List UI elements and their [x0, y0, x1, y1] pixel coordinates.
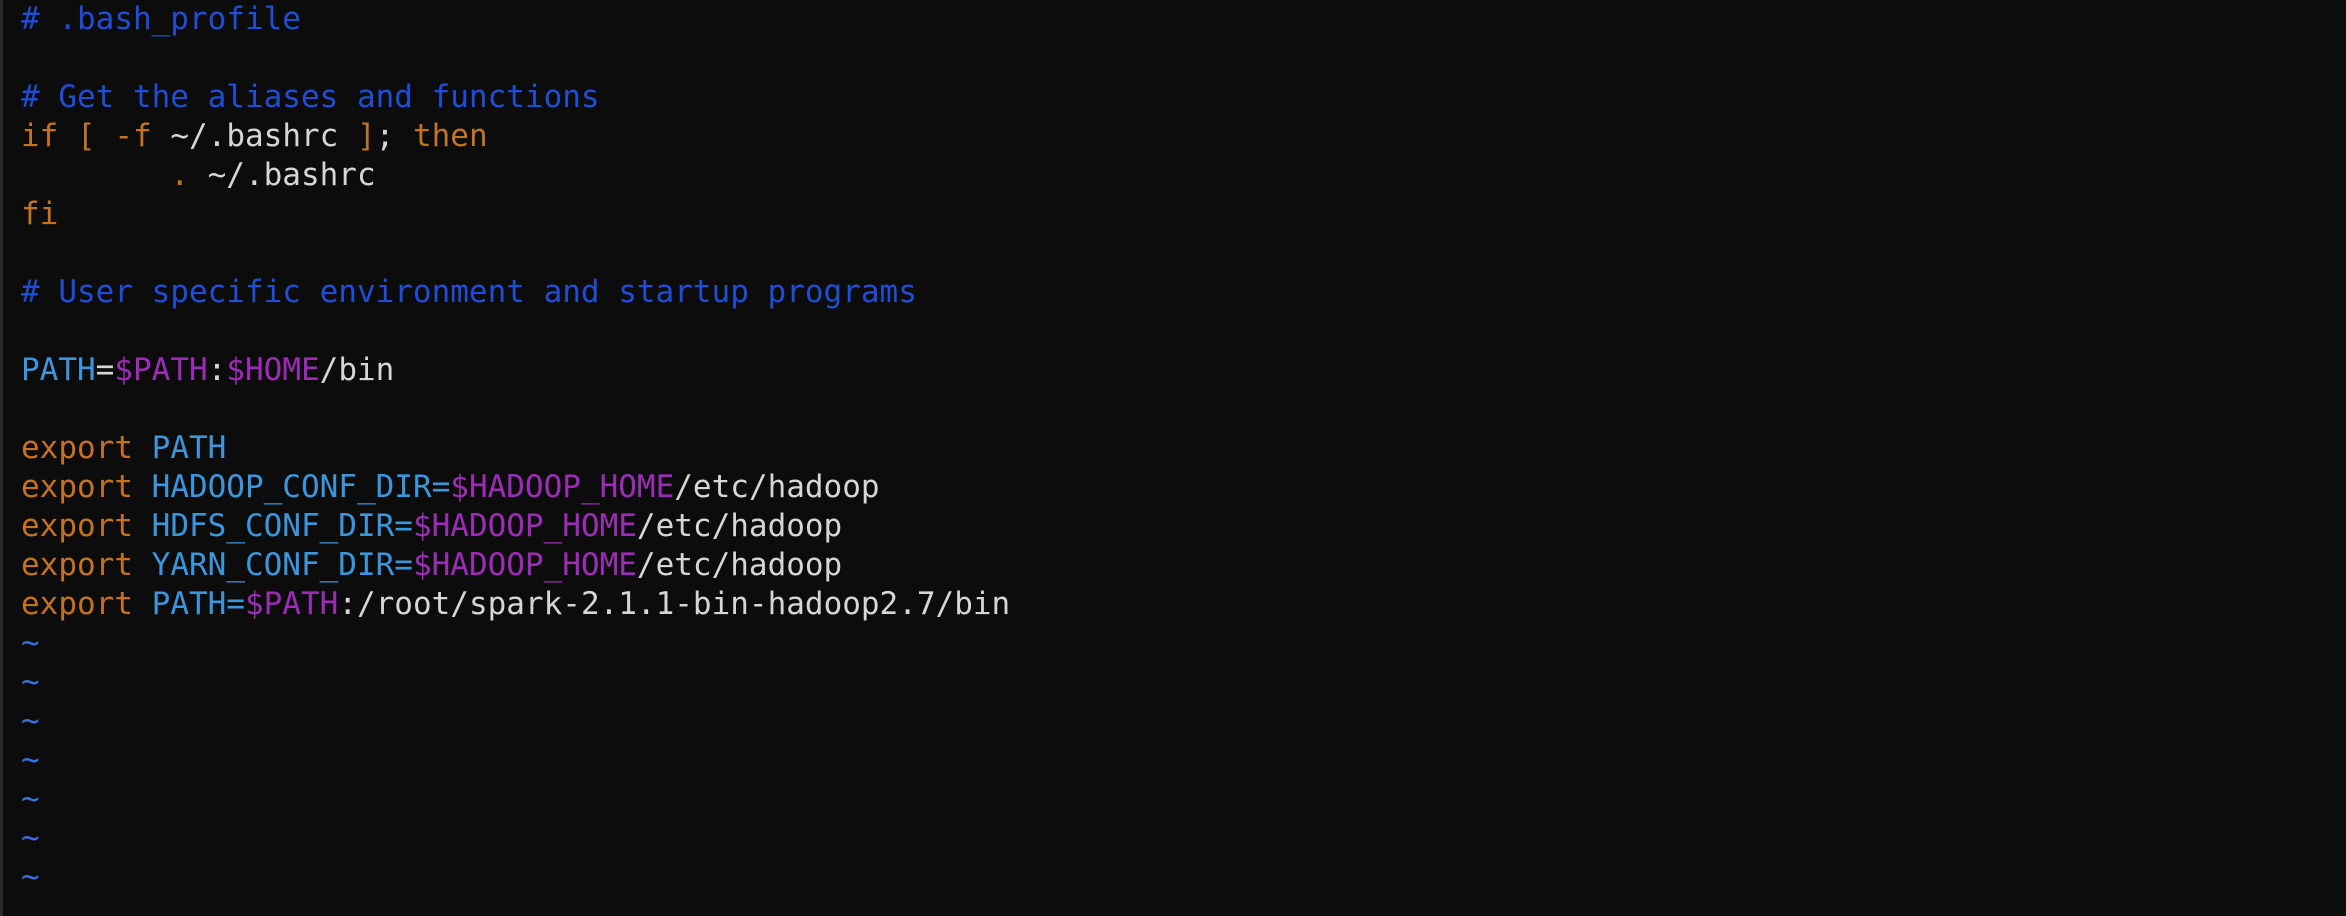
empty-buffer-line[interactable]: ~	[21, 663, 2346, 702]
token-substitution: $HOME	[226, 352, 320, 388]
token-keyword: .	[170, 157, 189, 193]
token-plain: ;	[375, 118, 413, 154]
code-line[interactable]: # User specific environment and startup …	[21, 273, 2346, 312]
code-line[interactable]: export PATH=$PATH:/root/spark-2.1.1-bin-…	[21, 585, 2346, 624]
token-variable: PATH	[21, 352, 96, 388]
token-variable: YARN_CONF_DIR=	[151, 547, 413, 583]
token-substitution: $HADOOP_HOME	[450, 469, 675, 505]
token-variable: HADOOP_CONF_DIR=	[151, 469, 451, 505]
token-plain: /etc/hadoop	[636, 547, 843, 583]
empty-buffer-line[interactable]: ~	[21, 741, 2346, 780]
token-variable: PATH	[151, 430, 227, 466]
tilde-marker: ~	[21, 781, 40, 817]
token-keyword: then	[412, 118, 488, 154]
tilde-marker: ~	[21, 664, 40, 700]
code-line[interactable]: export PATH	[21, 429, 2346, 468]
token-comment: # User specific environment and startup …	[21, 274, 917, 310]
code-line[interactable]: . ~/.bashrc	[21, 156, 2346, 195]
token-substitution: $HADOOP_HOME	[412, 547, 637, 583]
token-plain: :/root/spark-2.1.1-bin-hadoop2.7/bin	[338, 586, 1011, 622]
token-keyword: [	[77, 118, 96, 154]
empty-buffer-line[interactable]: ~	[21, 780, 2346, 819]
token-plain: :	[207, 352, 227, 388]
code-line[interactable]: export HADOOP_CONF_DIR=$HADOOP_HOME/etc/…	[21, 468, 2346, 507]
token-keyword: fi	[21, 196, 59, 232]
token-keyword: export	[21, 508, 133, 544]
code-line[interactable]: export HDFS_CONF_DIR=$HADOOP_HOME/etc/ha…	[21, 507, 2346, 546]
token-keyword: export	[21, 586, 133, 622]
code-line[interactable]: fi	[21, 195, 2346, 234]
token-keyword: export	[21, 469, 133, 505]
token-plain: ~/.bashrc	[151, 118, 357, 154]
empty-buffer-line[interactable]: ~	[21, 624, 2346, 663]
empty-buffer-line[interactable]: ~	[21, 702, 2346, 741]
code-line[interactable]: # Get the aliases and functions	[21, 78, 2346, 117]
token-comment: # Get the aliases and functions	[21, 79, 600, 115]
blank-line[interactable]	[21, 234, 2346, 273]
token-substitution: $PATH	[244, 586, 339, 622]
token-plain: /etc/hadoop	[636, 508, 843, 544]
tilde-marker: ~	[21, 703, 40, 739]
token-substitution: $PATH	[114, 352, 208, 388]
token-plain: /etc/hadoop	[674, 469, 880, 505]
token-variable: HDFS_CONF_DIR=	[151, 508, 413, 544]
code-line[interactable]: # .bash_profile	[21, 0, 2346, 39]
vim-editor-buffer[interactable]: # .bash_profile # Get the aliases and fun…	[21, 0, 2346, 897]
token-keyword: export	[21, 547, 133, 583]
code-line[interactable]: export YARN_CONF_DIR=$HADOOP_HOME/etc/ha…	[21, 546, 2346, 585]
code-line[interactable]: if [ -f ~/.bashrc ]; then	[21, 117, 2346, 156]
token-keyword: ]	[356, 118, 376, 154]
token-keyword: export	[21, 430, 133, 466]
empty-buffer-line[interactable]: ~	[21, 858, 2346, 897]
tilde-marker: ~	[21, 625, 40, 661]
tilde-marker: ~	[21, 742, 40, 778]
empty-buffer-line[interactable]: ~	[21, 819, 2346, 858]
token-substitution: $HADOOP_HOME	[412, 508, 637, 544]
blank-line[interactable]	[21, 390, 2346, 429]
token-plain: =	[95, 352, 115, 388]
terminal-window[interactable]: # .bash_profile # Get the aliases and fun…	[0, 0, 2346, 916]
blank-line[interactable]	[21, 312, 2346, 351]
token-plain: ~/.bashrc	[188, 157, 376, 193]
token-keyword: -f	[114, 118, 152, 154]
token-variable: PATH=	[151, 586, 245, 622]
tilde-marker: ~	[21, 859, 40, 895]
code-line[interactable]: PATH=$PATH:$HOME/bin	[21, 351, 2346, 390]
blank-line[interactable]	[21, 39, 2346, 78]
token-plain: /bin	[319, 352, 395, 388]
token-comment: # .bash_profile	[21, 1, 301, 37]
tilde-marker: ~	[21, 820, 40, 856]
token-keyword: if	[21, 118, 59, 154]
